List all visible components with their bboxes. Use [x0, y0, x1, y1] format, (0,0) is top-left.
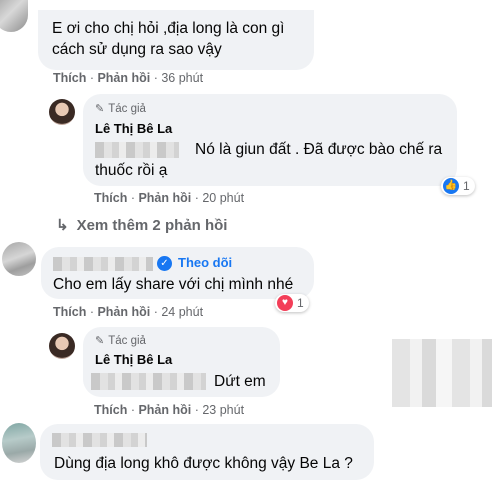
like-link[interactable]: Thích [94, 191, 127, 205]
like-link[interactable]: Thích [53, 305, 86, 319]
author-name[interactable]: Lê Thị Bê La [95, 121, 172, 136]
avatar[interactable] [2, 242, 36, 276]
comment-bubble: Dùng địa long khô được không vậy Be La ? [40, 424, 374, 480]
like-link[interactable]: Thích [53, 71, 86, 85]
reply-link[interactable]: Phản hồi [138, 403, 191, 417]
comment-actions: Thích · Phản hồi · 24 phút [53, 305, 204, 319]
timestamp[interactable]: 20 phút [202, 191, 244, 205]
timestamp[interactable]: 24 phút [161, 305, 203, 319]
follow-link[interactable]: Theo dõi [178, 255, 232, 270]
comment-actions: Thích · Phản hồi · 36 phút [53, 71, 204, 85]
redacted-name [52, 433, 147, 447]
timestamp[interactable]: 23 phút [202, 403, 244, 417]
reply-link[interactable]: Phản hồi [97, 71, 150, 85]
view-more-replies[interactable]: ↳ Xem thêm 2 phản hồi [56, 216, 227, 235]
author-avatar[interactable] [49, 333, 75, 359]
reply-bubble: ✎ Tác giả Lê Thị Bê La Dứt em [83, 327, 280, 397]
like-icon: 👍 [443, 178, 459, 194]
redacted-name [53, 257, 153, 271]
pencil-icon: ✎ [95, 103, 105, 115]
reply-text: Dứt em [214, 373, 266, 390]
like-link[interactable]: Thích [94, 403, 127, 417]
verified-icon: ✓ [157, 256, 172, 271]
reply-link[interactable]: Phản hồi [97, 305, 150, 319]
reaction-badge[interactable]: 👍 1 [441, 177, 475, 195]
reply-actions: Thích · Phản hồi · 23 phút [94, 403, 245, 417]
comment-bubble: ✓ Theo dõi Cho em lấy share với chị mình… [41, 247, 314, 299]
redacted-overlay [392, 339, 492, 407]
avatar[interactable] [0, 0, 28, 32]
comment-text: Cho em lấy share với chị mình nhé [53, 276, 294, 293]
comment-bubble: E ơi cho chị hỏi ,địa long là con gì các… [38, 10, 314, 70]
author-tag: ✎ Tác giả [95, 102, 146, 116]
redacted-mention [91, 373, 206, 390]
reaction-badge[interactable]: ♥ 1 [275, 294, 309, 312]
comment-text: Dùng địa long khô được không vậy Be La ? [54, 455, 353, 472]
reply-arrow-icon: ↳ [56, 217, 69, 234]
timestamp[interactable]: 36 phút [161, 71, 203, 85]
reply-bubble: ✎ Tác giả Lê Thị Bê La Nó là giun đất . … [83, 94, 457, 186]
avatar[interactable] [2, 423, 36, 463]
reply-link[interactable]: Phản hồi [138, 191, 191, 205]
pencil-icon: ✎ [95, 335, 105, 347]
reply-actions: Thích · Phản hồi · 20 phút [94, 191, 245, 205]
author-name[interactable]: Lê Thị Bê La [95, 352, 172, 367]
love-icon: ♥ [277, 295, 293, 311]
reply-text: Nó là giun đất . Đã được bào chế ra thuố… [95, 141, 443, 179]
author-tag: ✎ Tác giả [95, 334, 146, 348]
author-avatar[interactable] [49, 99, 75, 125]
comment-text: E ơi cho chị hỏi ,địa long là con gì các… [52, 20, 285, 58]
